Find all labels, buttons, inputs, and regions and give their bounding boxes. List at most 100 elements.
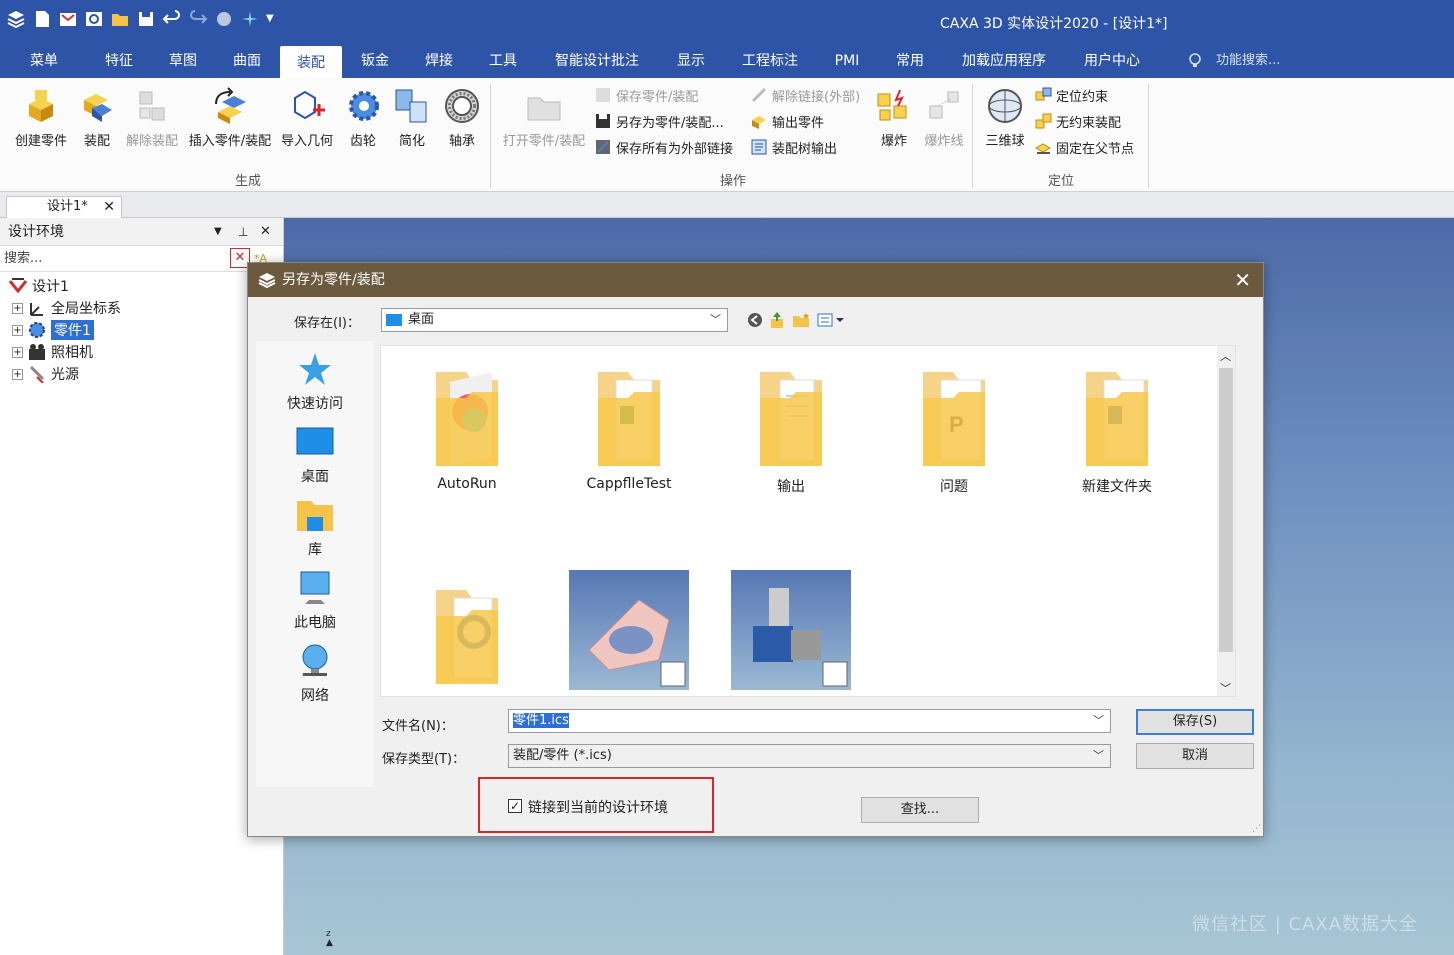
resize-grip-icon[interactable]: ⋰ — [1252, 824, 1261, 834]
tab-menu[interactable]: 菜单 — [14, 44, 74, 78]
gear-button[interactable]: 齿轮 — [344, 86, 382, 149]
tab-tools[interactable]: 工具 — [476, 44, 530, 78]
import-geometry-button[interactable]: 导入几何 — [278, 86, 336, 149]
simplify-button[interactable]: 简化 — [392, 86, 432, 149]
tree-item-light[interactable]: + 光源 — [12, 364, 79, 384]
undo-icon[interactable] — [162, 9, 182, 29]
scroll-up-icon[interactable]: ︿ — [1220, 348, 1231, 364]
fix-to-parent-button[interactable]: 固定在父节点 — [1034, 136, 1134, 158]
tree-root[interactable]: 设计1 — [8, 276, 69, 296]
redo-icon[interactable] — [188, 9, 208, 29]
file-item-cappflletest[interactable]: CappflleTest — [559, 362, 699, 492]
file-item-folder-6[interactable] — [397, 580, 537, 694]
file-item-output[interactable]: 输出 — [721, 362, 861, 496]
tab-load-apps[interactable]: 加载应用程序 — [950, 44, 1058, 78]
link-environment-checkbox[interactable]: ✓ — [508, 799, 522, 813]
tab-surface[interactable]: 曲面 — [220, 44, 274, 78]
file-item-autorun[interactable]: AutoRun — [397, 362, 537, 492]
place-desktop[interactable]: 桌面 — [256, 422, 374, 486]
expand-icon[interactable]: + — [12, 324, 23, 336]
save-button[interactable]: 保存(S) — [1136, 709, 1254, 735]
tree-item-camera[interactable]: + 照相机 — [12, 342, 93, 362]
filetype-select[interactable]: 装配/零件 (*.ics) ﹀ — [508, 744, 1111, 768]
expand-icon[interactable]: + — [12, 346, 23, 358]
file-list[interactable]: AutoRun CappflleTest 输出 P 问题 新建文件夹 ︿ — [380, 345, 1236, 697]
position-constraint-button[interactable]: 定位约束 — [1034, 84, 1108, 106]
bearing-button[interactable]: 轴承 — [440, 86, 484, 149]
up-folder-icon[interactable] — [769, 311, 785, 329]
tree-item-global-coords[interactable]: + 全局坐标系 — [12, 298, 121, 318]
tab-assembly[interactable]: 装配 — [280, 46, 342, 78]
place-this-pc[interactable]: 此电脑 — [256, 568, 374, 632]
tree-item-part1[interactable]: + 零件1 — [12, 320, 94, 340]
chevron-down-icon: ﹀ — [1093, 749, 1104, 762]
free-assembly-button[interactable]: 无约束装配 — [1034, 110, 1121, 132]
scrollbar-thumb[interactable] — [1219, 368, 1233, 652]
save-part-button[interactable]: 保存零件/装配 — [594, 84, 698, 106]
place-network[interactable]: 网络 — [256, 641, 374, 705]
tab-common[interactable]: 常用 — [884, 44, 936, 78]
place-quick-access[interactable]: 快速访问 — [256, 349, 374, 413]
scroll-down-icon[interactable]: ﹀ — [1220, 680, 1231, 696]
find-button[interactable]: 查找... — [861, 797, 979, 823]
document-tabs: 设计1* ✕ — [0, 192, 1454, 218]
sparkle-icon[interactable] — [240, 9, 260, 29]
save-in-select[interactable]: 桌面 ﹀ — [381, 308, 728, 332]
tab-sketch[interactable]: 草图 — [156, 44, 210, 78]
explode-line-button[interactable]: 爆炸线 — [920, 86, 968, 149]
open-folder-icon[interactable] — [110, 9, 130, 29]
file-item-machine-assembly[interactable] — [721, 570, 861, 690]
save-all-external-button[interactable]: 保存所有为外部链接 — [594, 136, 733, 158]
drawing-icon[interactable] — [84, 9, 104, 29]
feature-search[interactable]: 功能搜索... — [1216, 44, 1280, 78]
customize-dropdown-icon[interactable]: ▼ — [266, 9, 276, 29]
save-as-part-button[interactable]: 另存为零件/装配... — [594, 110, 724, 132]
file-item-new-folder[interactable]: 新建文件夹 — [1047, 362, 1187, 496]
app-logo-icon[interactable] — [6, 9, 26, 29]
new-design-icon[interactable] — [58, 9, 78, 29]
open-part-button[interactable]: 打开零件/装配 — [498, 86, 590, 149]
save-icon[interactable] — [136, 9, 156, 29]
dialog-close-icon[interactable]: ✕ — [1234, 263, 1251, 297]
cancel-button[interactable]: 取消 — [1136, 743, 1254, 769]
assembly-button[interactable]: 装配 — [78, 86, 116, 149]
gear-sphere-icon[interactable] — [214, 9, 234, 29]
expand-icon[interactable]: + — [12, 368, 23, 380]
chevron-down-icon[interactable]: ﹀ — [1093, 710, 1104, 732]
expand-icon[interactable]: + — [12, 302, 23, 314]
insert-part-button[interactable]: 插入零件/装配 — [184, 86, 276, 149]
file-item-problems[interactable]: P 问题 — [884, 362, 1024, 496]
close-panel-icon[interactable]: ✕ — [260, 218, 271, 246]
tab-weld[interactable]: 焊接 — [412, 44, 466, 78]
disassemble-button[interactable]: 解除装配 — [122, 86, 182, 149]
close-tab-icon[interactable]: ✕ — [103, 197, 115, 217]
ribbon-separator — [490, 84, 491, 188]
tab-smart-annotation[interactable]: 智能设计批注 — [542, 44, 652, 78]
view-menu-icon[interactable] — [817, 312, 845, 328]
back-icon[interactable] — [747, 312, 763, 328]
tab-feature[interactable]: 特征 — [90, 44, 148, 78]
tree-search-input[interactable]: 搜索... ✕ *A — [0, 246, 283, 272]
explode-button[interactable]: 爆炸 — [874, 86, 914, 149]
new-folder-icon[interactable] — [792, 312, 810, 328]
tab-user-center[interactable]: 用户中心 — [1070, 44, 1154, 78]
tab-design1[interactable]: 设计1* ✕ — [6, 196, 122, 218]
panel-dropdown-icon[interactable]: ▼ — [214, 218, 222, 246]
tab-engineering-annotation[interactable]: 工程标注 — [730, 44, 810, 78]
pin-icon[interactable]: ⊥ — [238, 218, 248, 246]
library-folder-icon — [297, 501, 333, 531]
create-part-button[interactable]: 创建零件 — [8, 86, 74, 149]
file-item-bracket-part[interactable] — [559, 570, 699, 690]
network-icon — [302, 644, 328, 676]
tab-display[interactable]: 显示 — [664, 44, 718, 78]
3d-ball-button[interactable]: 三维球 — [980, 86, 1030, 149]
file-list-scrollbar[interactable]: ︿ ﹀ — [1217, 346, 1235, 696]
filename-input[interactable]: 零件1.ics ﹀ — [508, 709, 1111, 733]
export-part-button[interactable]: 输出零件 — [750, 110, 824, 132]
tab-pmi[interactable]: PMI — [822, 44, 872, 78]
unlink-external-button[interactable]: 解除链接(外部) — [750, 84, 860, 106]
tab-sheet-metal[interactable]: 钣金 — [348, 44, 402, 78]
new-file-icon[interactable] — [32, 9, 52, 29]
export-tree-button[interactable]: 装配树输出 — [750, 136, 837, 158]
place-library[interactable]: 库 — [256, 495, 374, 559]
